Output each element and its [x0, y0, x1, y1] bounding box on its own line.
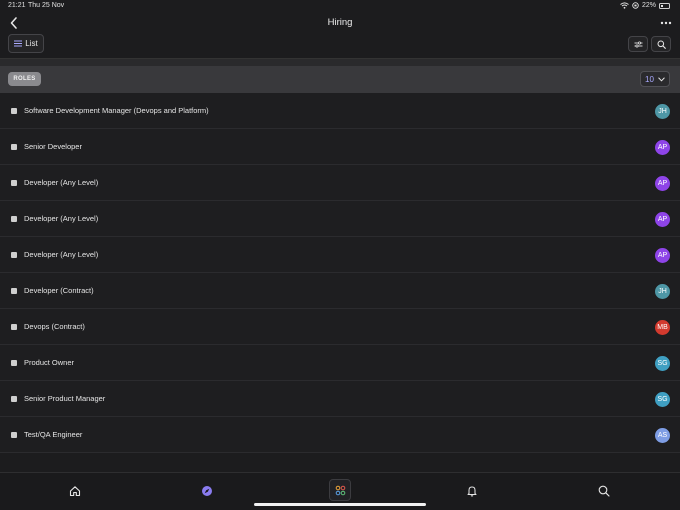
assignee-avatar[interactable]: AS [655, 428, 670, 443]
sliders-icon [634, 40, 642, 48]
status-date: Thu 25 Nov [28, 2, 65, 9]
wifi-icon [620, 2, 629, 9]
role-title: Test/QA Engineer [24, 430, 83, 439]
toolbar: List [0, 34, 680, 58]
row-bullet [11, 396, 17, 402]
magnifier-icon [657, 40, 666, 49]
ellipsis-icon[interactable] [660, 18, 672, 28]
tab-apps[interactable] [329, 479, 351, 501]
apps-grid-icon [335, 485, 345, 495]
page-size-value: 10 [645, 74, 654, 84]
role-title: Devops (Contract) [24, 322, 85, 331]
orientation-lock-icon [632, 2, 639, 9]
role-title: Developer (Any Level) [24, 178, 99, 187]
battery-icon [659, 2, 670, 9]
compass-icon [202, 486, 212, 496]
page-title: Hiring [327, 17, 353, 28]
role-row[interactable]: Product Owner SG [0, 345, 680, 381]
assignee-avatar[interactable]: AP [655, 248, 670, 263]
list-view-button[interactable]: List [8, 34, 44, 53]
row-bullet [11, 108, 17, 114]
nav-header: Hiring [0, 12, 680, 34]
role-row[interactable]: Senior Product Manager SG [0, 381, 680, 417]
search-button[interactable] [651, 36, 671, 52]
page-size-select[interactable]: 10 [640, 71, 670, 87]
list-icon [14, 40, 23, 47]
assignee-avatar[interactable]: SG [655, 356, 670, 371]
role-row[interactable]: Developer (Contract) JH [0, 273, 680, 309]
row-bullet [11, 360, 17, 366]
row-bullet [11, 288, 17, 294]
battery-percent: 22% [641, 2, 656, 9]
role-row[interactable]: Devops (Contract) MB [0, 309, 680, 345]
role-list: Software Development Manager (Devops and… [0, 93, 680, 453]
row-bullet [11, 324, 17, 330]
bell-icon [467, 486, 477, 497]
role-title: Software Development Manager (Devops and… [24, 106, 209, 115]
section-header: ROLES 10 [0, 66, 680, 93]
status-bar: 21:21 Thu 25 Nov 22% [0, 0, 680, 12]
role-title: Developer (Any Level) [24, 250, 99, 259]
row-bullet [11, 180, 17, 186]
battery-fill [661, 4, 663, 7]
assignee-avatar[interactable]: AP [655, 212, 670, 227]
role-row[interactable]: Senior Developer AP [0, 129, 680, 165]
role-row[interactable]: Test/QA Engineer AS [0, 417, 680, 453]
role-row[interactable]: Developer (Any Level) AP [0, 201, 680, 237]
assignee-avatar[interactable]: JH [655, 284, 670, 299]
status-indicators: 22% [620, 2, 670, 9]
assignee-avatar[interactable]: AP [655, 176, 670, 191]
row-bullet [11, 252, 17, 258]
role-title: Senior Product Manager [24, 394, 106, 403]
row-bullet [11, 216, 17, 222]
assignee-avatar[interactable]: MB [655, 320, 670, 335]
filter-button[interactable] [628, 36, 648, 52]
tab-notifications[interactable] [462, 481, 482, 501]
role-title: Developer (Contract) [24, 286, 94, 295]
assignee-avatar[interactable]: JH [655, 104, 670, 119]
home-icon [69, 486, 81, 497]
role-row[interactable]: Software Development Manager (Devops and… [0, 93, 680, 129]
role-title: Senior Developer [24, 142, 82, 151]
home-indicator [254, 503, 426, 506]
tab-search[interactable] [594, 481, 614, 501]
role-title: Product Owner [24, 358, 75, 367]
magnifier-icon [598, 485, 610, 497]
row-bullet [11, 432, 17, 438]
role-title: Developer (Any Level) [24, 214, 99, 223]
tab-home[interactable] [65, 481, 85, 501]
role-row[interactable]: Developer (Any Level) AP [0, 165, 680, 201]
chevron-down-icon [658, 77, 665, 82]
assignee-avatar[interactable]: SG [655, 392, 670, 407]
header-divider [0, 58, 680, 66]
role-row[interactable]: Developer (Any Level) AP [0, 237, 680, 273]
list-view-label: List [25, 39, 38, 48]
roles-badge: ROLES [8, 72, 41, 86]
row-bullet [11, 144, 17, 150]
status-time: 21:21 [8, 2, 26, 9]
assignee-avatar[interactable]: AP [655, 140, 670, 155]
tab-explore[interactable] [197, 481, 217, 501]
